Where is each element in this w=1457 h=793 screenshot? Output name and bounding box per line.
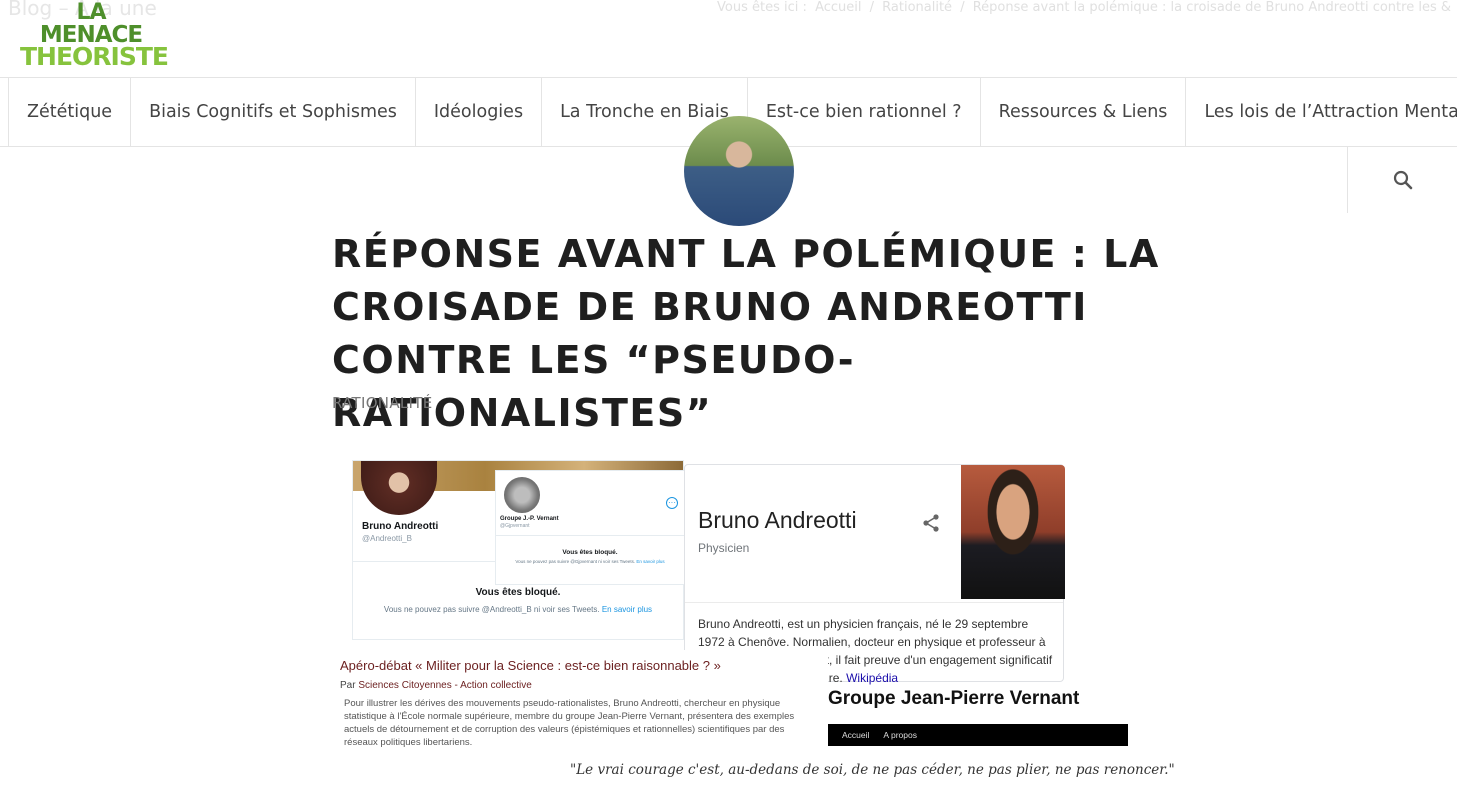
event-description: Pour illustrer les dérives des mouvement… xyxy=(344,698,795,748)
divider xyxy=(496,535,684,536)
breadcrumb-category-link[interactable]: Rationalité xyxy=(882,0,952,15)
profile-avatar xyxy=(361,461,437,515)
event-organizer: Par Sciences Citoyennes - Action collect… xyxy=(340,680,532,691)
search-button[interactable] xyxy=(1347,147,1457,213)
share-icon xyxy=(923,514,939,532)
profile-name: Groupe J.-P. Vernant xyxy=(500,516,559,522)
blocked-heading: Vous êtes bloqué. xyxy=(562,549,618,556)
author-avatar[interactable] xyxy=(684,116,794,226)
blocked-message: Vous ne pouvez pas suivre @Gjpvernant ni… xyxy=(496,559,684,564)
logo-line-1: LA xyxy=(76,0,106,25)
nav-item-ressources-liens[interactable]: Ressources & Liens xyxy=(979,78,1186,146)
blocked-text: Vous ne pouvez pas suivre @Andreotti_B n… xyxy=(383,605,600,614)
nav-item-attraction-mentale[interactable]: Les lois de l’Attraction Mentale xyxy=(1185,78,1457,146)
group-site-header: Groupe Jean-Pierre Vernant Accueil A pro… xyxy=(828,688,1128,750)
twitter-profile-card-2: ··· Groupe J.-P. Vernant @Gjpvernant Vou… xyxy=(495,470,685,585)
breadcrumb-home-link[interactable]: Accueil xyxy=(815,0,861,15)
breadcrumb: Vous êtes ici : Accueil / Rationalité / … xyxy=(715,0,1453,15)
group-menu-home: Accueil xyxy=(842,730,870,740)
logo-line-3: THEORISTE xyxy=(20,42,169,71)
quote-text: "Le vrai courage c'est, au-dedans de soi… xyxy=(570,762,1175,778)
more-options-icon: ··· xyxy=(666,497,678,509)
profile-name: Bruno Andreotti xyxy=(362,521,439,532)
panel-photo xyxy=(961,465,1065,599)
divider xyxy=(685,602,1063,603)
site-logo[interactable]: LA MENACE THEORISTE xyxy=(20,0,169,72)
blocked-heading: Vous êtes bloqué. xyxy=(475,587,561,598)
nav-item-zetetique[interactable]: Zététique xyxy=(8,78,130,146)
organizer-name: Sciences Citoyennes - Action collective xyxy=(358,680,532,691)
profile-handle: @Andreotti_B xyxy=(362,534,412,543)
breadcrumb-prefix: Vous êtes ici : xyxy=(717,0,807,15)
event-title: Apéro-débat « Militer pour la Science : … xyxy=(340,658,721,673)
profile-handle: @Gjpvernant xyxy=(500,523,530,529)
panel-subtitle: Physicien xyxy=(698,541,750,555)
panel-name: Bruno Andreotti xyxy=(698,507,857,533)
group-menu-bar: Accueil A propos xyxy=(828,724,1128,746)
group-title: Groupe Jean-Pierre Vernant xyxy=(828,688,1080,709)
blocked-text: Vous ne pouvez pas suivre @Gjpvernant ni… xyxy=(515,559,636,564)
nav-item-biais-cognitifs[interactable]: Biais Cognitifs et Sophismes xyxy=(130,78,415,146)
wikipedia-link: Wikipédia xyxy=(846,671,899,685)
organizer-prefix: Par xyxy=(340,680,356,691)
breadcrumb-separator: / xyxy=(960,0,965,15)
blocked-message: Vous ne pouvez pas suivre @Andreotti_B n… xyxy=(353,605,683,614)
breadcrumb-current: Réponse avant la polémique : la croisade… xyxy=(972,0,1451,15)
article-title: Réponse avant la polémique : la croisade… xyxy=(332,232,1160,435)
article-featured-image: Bruno Andreotti @Andreotti_B Vous êtes b… xyxy=(332,460,1175,790)
learn-more-link: En savoir plus xyxy=(636,559,665,564)
profile-avatar xyxy=(502,475,542,515)
nav-item-ideologies[interactable]: Idéologies xyxy=(414,78,541,146)
learn-more-link: En savoir plus xyxy=(601,605,653,614)
breadcrumb-separator: / xyxy=(869,0,875,15)
site-header: Blog – A la une Vous êtes ici : Accueil … xyxy=(0,0,1457,78)
group-menu-about: A propos xyxy=(883,730,917,740)
article-category-link[interactable]: RATIONALITÉ xyxy=(332,394,433,412)
search-icon xyxy=(1393,170,1412,190)
